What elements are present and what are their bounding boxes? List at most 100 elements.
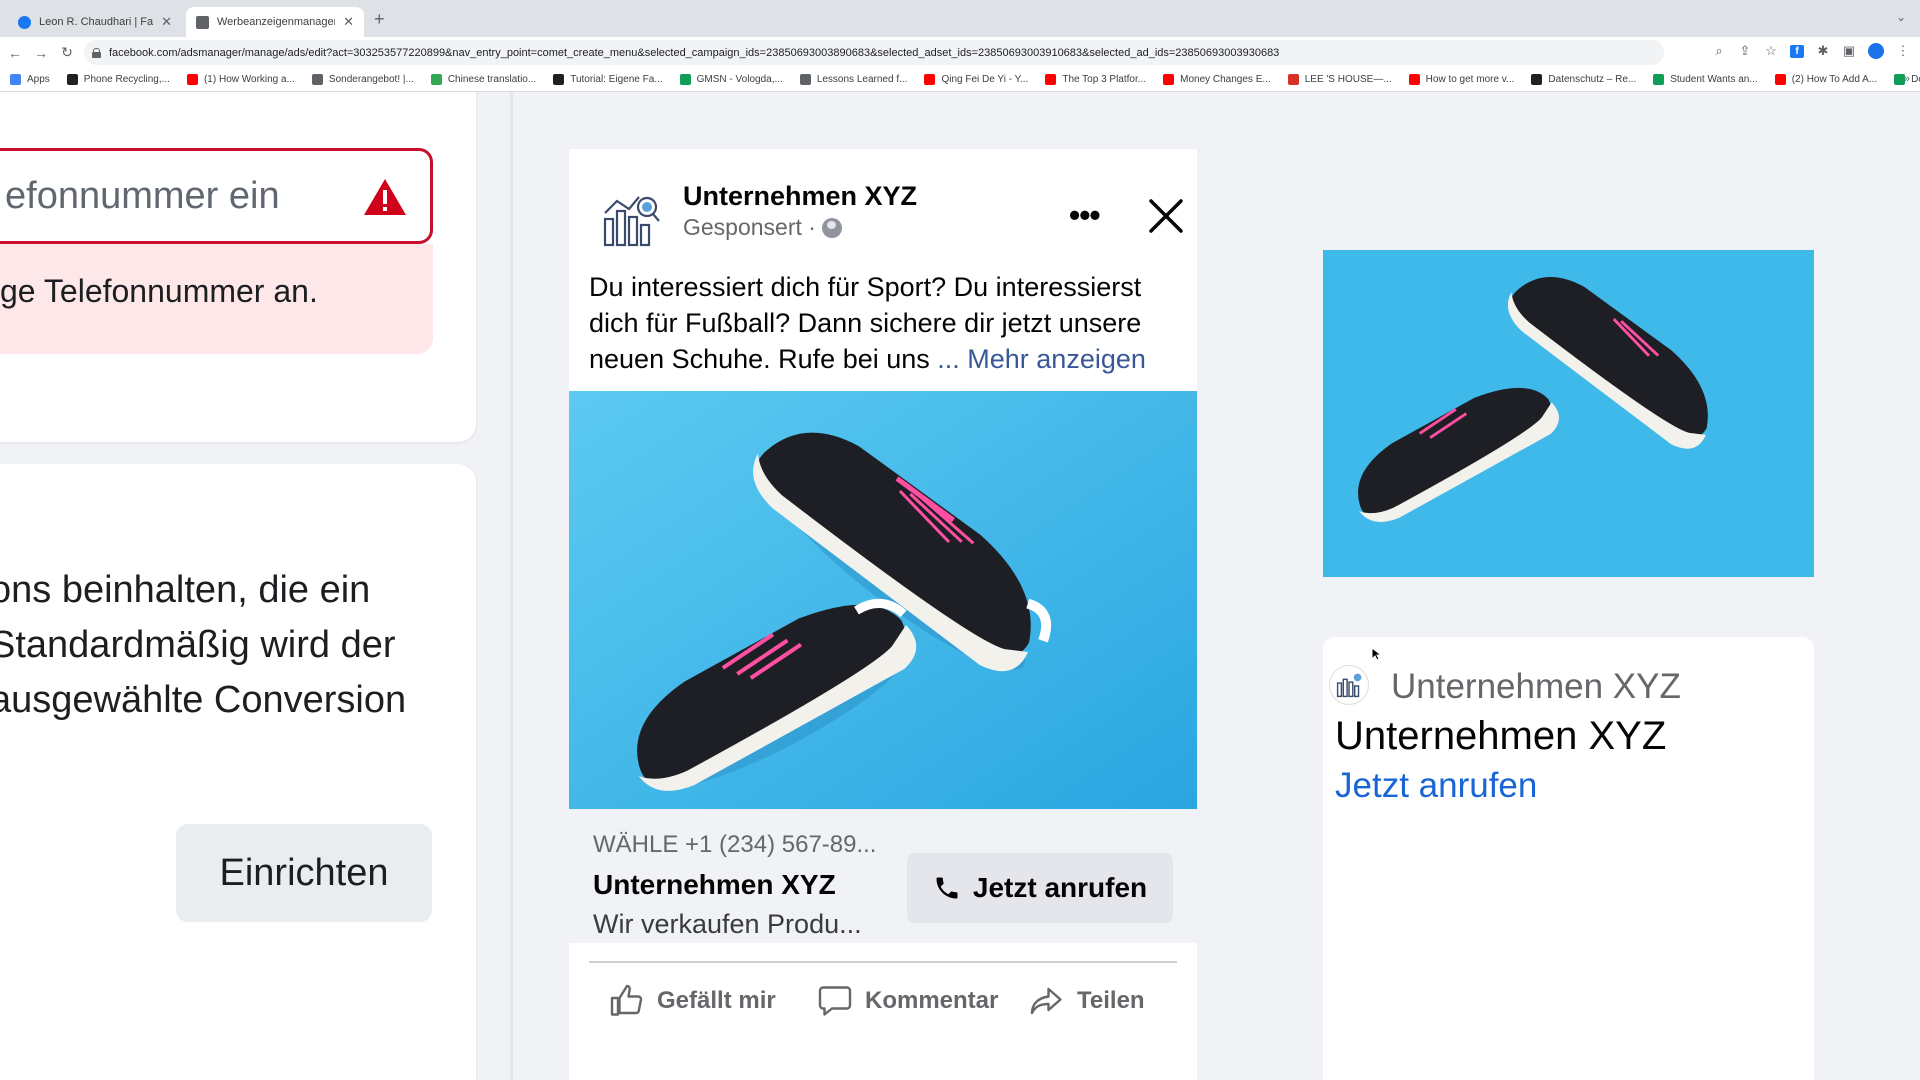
ad-image xyxy=(569,391,1197,809)
comment-label: Kommentar xyxy=(865,987,999,1014)
comment-button[interactable]: Kommentar xyxy=(817,983,998,1019)
see-more-link[interactable]: ... Mehr anzeigen xyxy=(937,344,1146,374)
bookmark-item[interactable]: Datenschutz – Re... xyxy=(1531,74,1636,85)
bookmark-item[interactable]: Tutorial: Eigene Fa... xyxy=(553,74,663,85)
bookmark-item[interactable]: GMSN - Vologda,... xyxy=(679,74,783,85)
url-text: facebook.com/adsmanager/manage/ads/edit?… xyxy=(109,46,1280,59)
bookmark-favicon-icon xyxy=(1045,74,1057,85)
phone-number-field[interactable]: efonnummer ein xyxy=(0,148,433,244)
bookmark-label: Download - Cooki... xyxy=(1911,74,1920,85)
bookmark-favicon-icon xyxy=(66,74,78,85)
bookmark-label: Tutorial: Eigene Fa... xyxy=(570,74,663,85)
bookmarks-bar: Apps Phone Recycling,... (1) How Working a… xyxy=(0,68,1920,92)
zoom-icon[interactable]: ⌕ xyxy=(1712,43,1726,59)
call-now-label: Jetzt anrufen xyxy=(972,872,1148,903)
profile-avatar[interactable] xyxy=(1868,43,1884,59)
menu-icon[interactable]: ⋮ xyxy=(1896,43,1910,59)
ad-header: Unternehmen XYZ Gesponsert · ••• xyxy=(569,149,1197,269)
bookmark-label: Chinese translatio... xyxy=(447,74,537,85)
ad-headline: Unternehmen XYZ xyxy=(593,869,836,900)
sidepanel-icon[interactable]: ▣ xyxy=(1842,43,1856,59)
share-icon[interactable]: ⇪ xyxy=(1738,43,1752,59)
bookmark-label: Sonderangebot! |... xyxy=(328,74,414,85)
facebook-icon xyxy=(18,15,31,29)
ad-editor-panel: efonnummer ein ge Telefonnummer an. ons … xyxy=(0,92,510,1080)
like-button[interactable]: Gefällt mir xyxy=(609,983,776,1019)
sponsored-label: Gesponsert · xyxy=(683,214,842,241)
reaction-bar: Gefällt mir Kommentar Teilen xyxy=(589,961,1177,1041)
more-bookmarks-icon[interactable]: » xyxy=(1904,73,1910,85)
share-button[interactable]: Teilen xyxy=(1029,983,1145,1019)
bookmark-item[interactable]: Money Changes E... xyxy=(1163,74,1271,85)
bookmark-label: Money Changes E... xyxy=(1180,74,1271,85)
forward-icon[interactable]: → xyxy=(30,45,52,61)
phone-number-placeholder: efonnummer ein xyxy=(5,174,280,217)
conversion-line: Standardmäßig wird der xyxy=(0,624,396,666)
sneakers-image xyxy=(1323,250,1814,577)
bookmark-item[interactable]: Phone Recycling,... xyxy=(66,74,170,85)
tab-strip: Leon R. Chaudhari | Facebook ✕ Werbeanze… xyxy=(0,0,1920,37)
comment-icon xyxy=(818,986,852,1016)
bookmark-item[interactable]: Apps xyxy=(10,74,50,85)
reload-icon[interactable]: ↻ xyxy=(56,44,78,61)
call-now-button[interactable]: Jetzt anrufen xyxy=(907,853,1173,923)
bookmark-label: Datenschutz – Re... xyxy=(1548,74,1637,85)
ad-link-footer[interactable]: WÄHLE +1 (234) 567-89... Unternehmen XYZ… xyxy=(569,809,1197,943)
preview-page-name: Unternehmen XYZ xyxy=(1391,667,1681,706)
conversion-card xyxy=(0,464,476,1080)
bookmark-star-icon[interactable]: ☆ xyxy=(1764,43,1778,59)
close-tab-icon[interactable]: ✕ xyxy=(335,14,354,30)
bookmark-label: Qing Fei De Yi - Y... xyxy=(941,74,1029,85)
phone-icon xyxy=(936,877,958,899)
address-bar: ← → ↻ facebook.com/adsmanager/manage/ads… xyxy=(0,37,1920,68)
bookmark-favicon-icon xyxy=(1408,74,1420,85)
bookmark-item[interactable]: Student Wants an... xyxy=(1653,74,1758,85)
close-icon[interactable] xyxy=(1147,197,1185,235)
ad-preview-card: Unternehmen XYZ Gesponsert · ••• Du inte… xyxy=(569,149,1197,1080)
bookmark-item[interactable]: Lessons Learned f... xyxy=(799,74,908,85)
back-icon[interactable]: ← xyxy=(4,45,26,61)
chevron-down-icon[interactable]: ⌄ xyxy=(1896,10,1906,24)
bookmark-item[interactable]: Sonderangebot! |... xyxy=(311,74,414,85)
extensions-icon[interactable]: ✱ xyxy=(1816,43,1830,59)
warning-icon xyxy=(364,179,406,215)
bookmark-label: How to get more v... xyxy=(1425,74,1515,85)
share-label: Teilen xyxy=(1077,987,1145,1014)
facebook-extension-icon[interactable]: f xyxy=(1790,44,1804,58)
bookmark-favicon-icon xyxy=(799,74,811,85)
bookmark-item[interactable]: The Top 3 Platfor... xyxy=(1045,74,1146,85)
bookmark-favicon-icon xyxy=(679,74,691,85)
like-label: Gefällt mir xyxy=(657,987,776,1014)
bookmark-label: (2) How To Add A... xyxy=(1791,74,1878,85)
toolbar-icons: ⌕ ⇪ ☆ f ✱ ▣ ⋮ xyxy=(1712,43,1910,59)
conversion-line: ausgewählte Conversion xyxy=(0,679,407,721)
bookmark-item[interactable]: Qing Fei De Yi - Y... xyxy=(924,74,1028,85)
bookmark-item[interactable]: LEE 'S HOUSE—... xyxy=(1287,74,1392,85)
setup-button[interactable]: Einrichten xyxy=(176,824,432,922)
url-field[interactable]: facebook.com/adsmanager/manage/ads/edit?… xyxy=(84,40,1664,65)
more-options-icon[interactable]: ••• xyxy=(1069,197,1101,234)
page-logo-icon xyxy=(1329,665,1369,705)
adsmanager-icon xyxy=(196,15,209,29)
page-name[interactable]: Unternehmen XYZ xyxy=(683,181,917,212)
bookmark-label: Lessons Learned f... xyxy=(816,74,908,85)
bookmark-favicon-icon xyxy=(10,74,21,85)
tab-adsmanager[interactable]: Werbeanzeigenmanager - Wer ✕ xyxy=(186,7,364,37)
new-tab-icon[interactable]: + xyxy=(374,9,385,30)
bookmark-label: Student Wants an... xyxy=(1670,74,1758,85)
tab-facebook[interactable]: Leon R. Chaudhari | Facebook ✕ xyxy=(8,7,182,37)
close-tab-icon[interactable]: ✕ xyxy=(153,14,172,30)
bookmark-item[interactable]: (1) How Working a... xyxy=(186,74,295,85)
bookmark-item[interactable]: How to get more v... xyxy=(1408,74,1515,85)
placement-preview-image xyxy=(1323,250,1814,577)
ad-description: Wir verkaufen Produ... xyxy=(593,909,862,939)
bookmark-item[interactable]: Chinese translatio... xyxy=(430,74,537,85)
bookmark-label: Apps xyxy=(27,74,50,85)
preview-call-now-link[interactable]: Jetzt anrufen xyxy=(1335,766,1537,806)
sponsored-text: Gesponsert · xyxy=(683,214,816,240)
ads-manager-content: efonnummer ein ge Telefonnummer an. ons … xyxy=(0,92,1920,1080)
panel-divider xyxy=(510,92,513,1080)
bookmark-label: LEE 'S HOUSE—... xyxy=(1304,74,1392,85)
bookmark-item[interactable]: (2) How To Add A... xyxy=(1774,74,1878,85)
bookmark-favicon-icon xyxy=(1163,74,1175,85)
